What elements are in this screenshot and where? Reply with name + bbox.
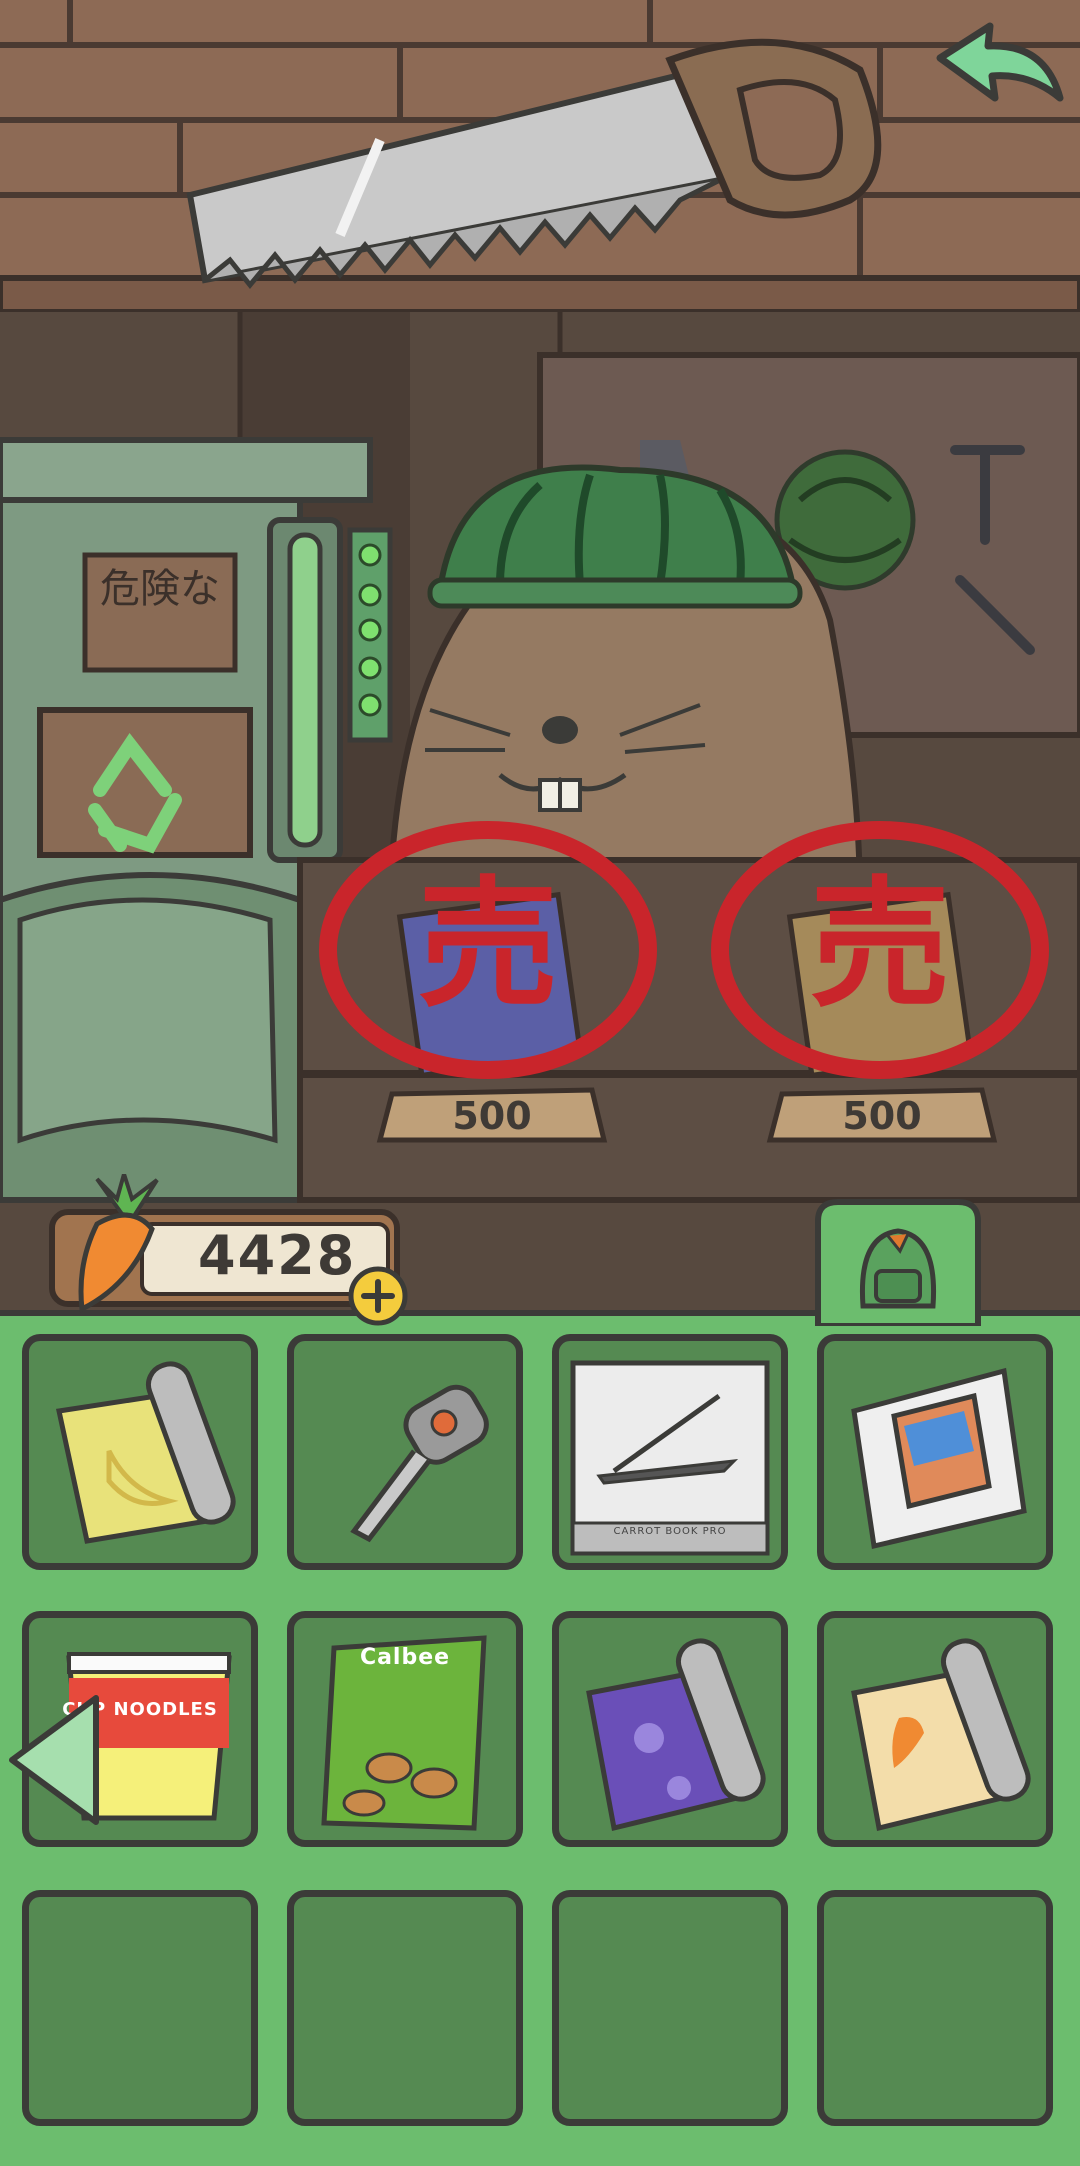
carrot-count: 4428 bbox=[198, 1224, 357, 1287]
price-tag-1: 500 bbox=[372, 1086, 612, 1144]
product-label: CARROT BOOK PRO bbox=[613, 1526, 727, 1537]
inventory-slot-11[interactable] bbox=[552, 1890, 788, 2126]
inventory-slot-12[interactable] bbox=[817, 1890, 1053, 2126]
inventory-slot-6[interactable]: Calbee bbox=[287, 1611, 523, 1847]
carrot-icon bbox=[78, 1174, 159, 1313]
sold-mark: 売 bbox=[809, 863, 950, 1027]
arrow-left-icon bbox=[9, 1695, 99, 1825]
scroll-left-button[interactable] bbox=[4, 1690, 104, 1830]
warning-sign-text: 危険な bbox=[100, 566, 220, 612]
inventory-slot-8[interactable] bbox=[817, 1611, 1053, 1847]
price-value: 500 bbox=[452, 1094, 532, 1138]
carrot-wrapping-paper-icon bbox=[851, 1638, 1031, 1832]
inventory-slot-3[interactable]: CARROT BOOK PRO bbox=[552, 1334, 788, 1570]
product-label: Calbee bbox=[359, 1645, 451, 1670]
back-button[interactable] bbox=[920, 18, 1070, 128]
price-value: 500 bbox=[842, 1094, 922, 1138]
inventory-slot-2[interactable] bbox=[287, 1334, 523, 1570]
add-carrots-button[interactable] bbox=[346, 1264, 410, 1328]
plus-icon bbox=[348, 1266, 408, 1326]
inventory-slot-10[interactable] bbox=[287, 1890, 523, 2126]
backpack-icon bbox=[815, 1199, 981, 1329]
inventory-slot-9[interactable] bbox=[22, 1890, 258, 2126]
sold-stamp-1: 売 bbox=[308, 815, 668, 1085]
sakura-wrapping-paper-icon bbox=[586, 1638, 766, 1832]
price-tag-2: 500 bbox=[762, 1086, 1002, 1144]
phone-box-icon bbox=[851, 1367, 1027, 1550]
backpack-tab[interactable] bbox=[808, 1196, 988, 1329]
inventory-slot-7[interactable] bbox=[552, 1611, 788, 1847]
back-arrow-icon bbox=[936, 22, 1064, 102]
inventory-slot-4[interactable] bbox=[817, 1334, 1053, 1570]
shop-scene: 危険な 売 売 500 500 bbox=[0, 0, 1080, 1320]
banana-wrapping-paper-icon bbox=[55, 1361, 236, 1544]
car-key-icon bbox=[350, 1384, 489, 1543]
inventory-slot-1[interactable] bbox=[22, 1334, 258, 1570]
sold-stamp-2: 売 bbox=[700, 815, 1060, 1085]
sold-mark: 売 bbox=[417, 863, 558, 1027]
